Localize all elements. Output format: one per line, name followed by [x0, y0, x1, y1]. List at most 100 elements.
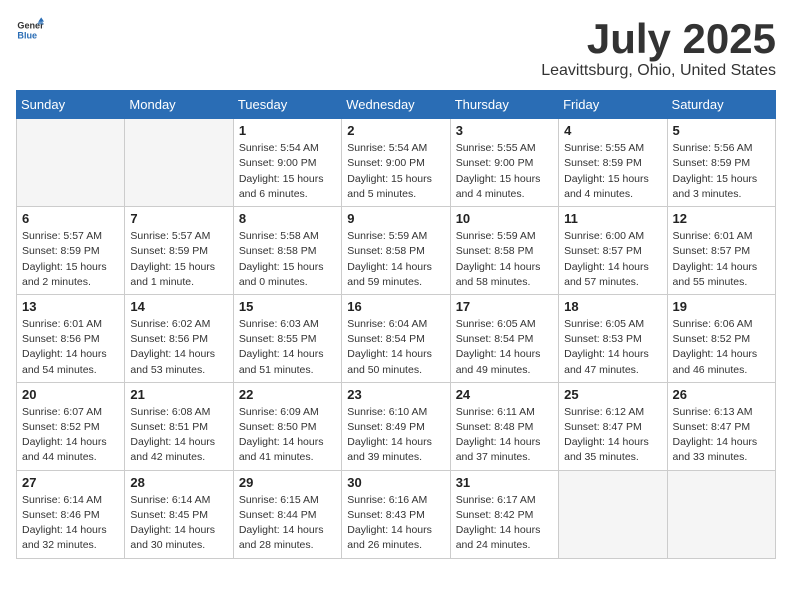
day-info: Sunrise: 5:54 AMSunset: 9:00 PMDaylight:… [239, 141, 336, 202]
calendar-day-cell [17, 119, 125, 207]
calendar-day-header: Friday [559, 91, 667, 119]
calendar-day-cell: 31 Sunrise: 6:17 AMSunset: 8:42 PMDayligh… [450, 470, 558, 558]
calendar-day-cell: 13Sunrise: 6:01 AMSunset: 8:56 PMDayligh… [17, 294, 125, 382]
day-number: 16 [347, 299, 444, 314]
month-title: July 2025 [541, 16, 776, 62]
day-info: Sunrise: 6:04 AMSunset: 8:54 PMDaylight:… [347, 317, 444, 378]
day-info: Sunrise: 6:13 AMSunset: 8:47 PMDaylight:… [673, 405, 770, 466]
calendar-day-cell: 1Sunrise: 5:54 AMSunset: 9:00 PMDaylight… [233, 119, 341, 207]
day-info: Sunrise: 5:55 AMSunset: 9:00 PMDaylight:… [456, 141, 553, 202]
day-info: Sunrise: 6:09 AMSunset: 8:50 PMDaylight:… [239, 405, 336, 466]
day-number: 13 [22, 299, 119, 314]
day-number: 4 [564, 123, 661, 138]
calendar-day-cell: 8 Sunrise: 5:58 AMSunset: 8:58 PMDaylight… [233, 207, 341, 295]
day-info: Sunrise: 6:05 AMSunset: 8:54 PMDaylight:… [456, 317, 553, 378]
day-number: 26 [673, 387, 770, 402]
day-info: Sunrise: 6:02 AMSunset: 8:56 PMDaylight:… [130, 317, 227, 378]
calendar-day-header: Monday [125, 91, 233, 119]
day-number: 7 [130, 211, 227, 226]
calendar-week-row: 1Sunrise: 5:54 AMSunset: 9:00 PMDaylight… [17, 119, 776, 207]
day-number: 8 [239, 211, 336, 226]
day-info: Sunrise: 6:07 AMSunset: 8:52 PMDaylight:… [22, 405, 119, 466]
logo-icon: General Blue [16, 16, 44, 44]
day-number: 29 [239, 475, 336, 490]
page-header: General Blue July 2025 Leavittsburg, Ohi… [16, 16, 776, 80]
calendar-day-cell: 20 Sunrise: 6:07 AMSunset: 8:52 PMDayligh… [17, 382, 125, 470]
calendar-week-row: 6 Sunrise: 5:57 AMSunset: 8:59 PMDaylight… [17, 207, 776, 295]
calendar-day-cell: 22 Sunrise: 6:09 AMSunset: 8:50 PMDayligh… [233, 382, 341, 470]
svg-text:Blue: Blue [17, 30, 37, 40]
calendar-week-row: 20 Sunrise: 6:07 AMSunset: 8:52 PMDayligh… [17, 382, 776, 470]
calendar-day-cell [559, 470, 667, 558]
calendar-day-cell: 27 Sunrise: 6:14 AMSunset: 8:46 PMDayligh… [17, 470, 125, 558]
calendar-day-cell: 5 Sunrise: 5:56 AMSunset: 8:59 PMDaylight… [667, 119, 775, 207]
day-number: 3 [456, 123, 553, 138]
calendar-day-cell: 29 Sunrise: 6:15 AMSunset: 8:44 PMDayligh… [233, 470, 341, 558]
day-number: 2 [347, 123, 444, 138]
calendar-day-header: Sunday [17, 91, 125, 119]
calendar-table: SundayMondayTuesdayWednesdayThursdayFrid… [16, 90, 776, 558]
day-info: Sunrise: 6:15 AMSunset: 8:44 PMDaylight:… [239, 493, 336, 554]
day-info: Sunrise: 6:03 AMSunset: 8:55 PMDaylight:… [239, 317, 336, 378]
calendar-day-cell: 16 Sunrise: 6:04 AMSunset: 8:54 PMDayligh… [342, 294, 450, 382]
day-number: 15 [239, 299, 336, 314]
calendar-day-cell: 17Sunrise: 6:05 AMSunset: 8:54 PMDayligh… [450, 294, 558, 382]
calendar-day-cell: 10 Sunrise: 5:59 AMSunset: 8:58 PMDayligh… [450, 207, 558, 295]
day-info: Sunrise: 6:05 AMSunset: 8:53 PMDaylight:… [564, 317, 661, 378]
day-number: 6 [22, 211, 119, 226]
day-number: 24 [456, 387, 553, 402]
calendar-day-cell: 30Sunrise: 6:16 AMSunset: 8:43 PMDayligh… [342, 470, 450, 558]
day-number: 25 [564, 387, 661, 402]
day-info: Sunrise: 6:00 AMSunset: 8:57 PMDaylight:… [564, 229, 661, 290]
day-number: 22 [239, 387, 336, 402]
day-number: 23 [347, 387, 444, 402]
day-number: 5 [673, 123, 770, 138]
day-info: Sunrise: 6:14 AMSunset: 8:45 PMDaylight:… [130, 493, 227, 554]
calendar-day-cell: 18 Sunrise: 6:05 AMSunset: 8:53 PMDayligh… [559, 294, 667, 382]
day-info: Sunrise: 5:57 AMSunset: 8:59 PMDaylight:… [22, 229, 119, 290]
calendar-day-cell: 14 Sunrise: 6:02 AMSunset: 8:56 PMDayligh… [125, 294, 233, 382]
day-info: Sunrise: 5:58 AMSunset: 8:58 PMDaylight:… [239, 229, 336, 290]
day-number: 18 [564, 299, 661, 314]
title-block: July 2025 Leavittsburg, Ohio, United Sta… [541, 16, 776, 80]
calendar-day-header: Saturday [667, 91, 775, 119]
day-number: 12 [673, 211, 770, 226]
day-info: Sunrise: 5:59 AMSunset: 8:58 PMDaylight:… [456, 229, 553, 290]
day-number: 21 [130, 387, 227, 402]
calendar-day-cell: 4Sunrise: 5:55 AMSunset: 8:59 PMDaylight… [559, 119, 667, 207]
day-info: Sunrise: 6:08 AMSunset: 8:51 PMDaylight:… [130, 405, 227, 466]
day-info: Sunrise: 6:14 AMSunset: 8:46 PMDaylight:… [22, 493, 119, 554]
day-number: 11 [564, 211, 661, 226]
calendar-day-cell: 3 Sunrise: 5:55 AMSunset: 9:00 PMDaylight… [450, 119, 558, 207]
day-info: Sunrise: 5:56 AMSunset: 8:59 PMDaylight:… [673, 141, 770, 202]
day-info: Sunrise: 5:59 AMSunset: 8:58 PMDaylight:… [347, 229, 444, 290]
day-info: Sunrise: 6:17 AMSunset: 8:42 PMDaylight:… [456, 493, 553, 554]
logo: General Blue [16, 16, 44, 44]
day-info: Sunrise: 5:54 AMSunset: 9:00 PMDaylight:… [347, 141, 444, 202]
calendar-day-header: Tuesday [233, 91, 341, 119]
calendar-week-row: 27 Sunrise: 6:14 AMSunset: 8:46 PMDayligh… [17, 470, 776, 558]
calendar-day-header: Thursday [450, 91, 558, 119]
day-info: Sunrise: 5:57 AMSunset: 8:59 PMDaylight:… [130, 229, 227, 290]
day-number: 10 [456, 211, 553, 226]
calendar-day-cell: 23 Sunrise: 6:10 AMSunset: 8:49 PMDayligh… [342, 382, 450, 470]
day-info: Sunrise: 6:10 AMSunset: 8:49 PMDaylight:… [347, 405, 444, 466]
calendar-day-header: Wednesday [342, 91, 450, 119]
day-info: Sunrise: 6:06 AMSunset: 8:52 PMDaylight:… [673, 317, 770, 378]
calendar-week-row: 13Sunrise: 6:01 AMSunset: 8:56 PMDayligh… [17, 294, 776, 382]
day-number: 27 [22, 475, 119, 490]
calendar-day-cell [667, 470, 775, 558]
calendar-day-cell: 2 Sunrise: 5:54 AMSunset: 9:00 PMDaylight… [342, 119, 450, 207]
calendar-day-cell: 28 Sunrise: 6:14 AMSunset: 8:45 PMDayligh… [125, 470, 233, 558]
day-number: 14 [130, 299, 227, 314]
day-number: 31 [456, 475, 553, 490]
calendar-day-cell: 11 Sunrise: 6:00 AMSunset: 8:57 PMDayligh… [559, 207, 667, 295]
day-number: 20 [22, 387, 119, 402]
day-info: Sunrise: 6:16 AMSunset: 8:43 PMDaylight:… [347, 493, 444, 554]
location-title: Leavittsburg, Ohio, United States [541, 62, 776, 80]
day-number: 28 [130, 475, 227, 490]
calendar-day-cell: 15 Sunrise: 6:03 AMSunset: 8:55 PMDayligh… [233, 294, 341, 382]
calendar-day-cell: 24Sunrise: 6:11 AMSunset: 8:48 PMDayligh… [450, 382, 558, 470]
calendar-day-cell [125, 119, 233, 207]
calendar-day-cell: 12Sunrise: 6:01 AMSunset: 8:57 PMDayligh… [667, 207, 775, 295]
